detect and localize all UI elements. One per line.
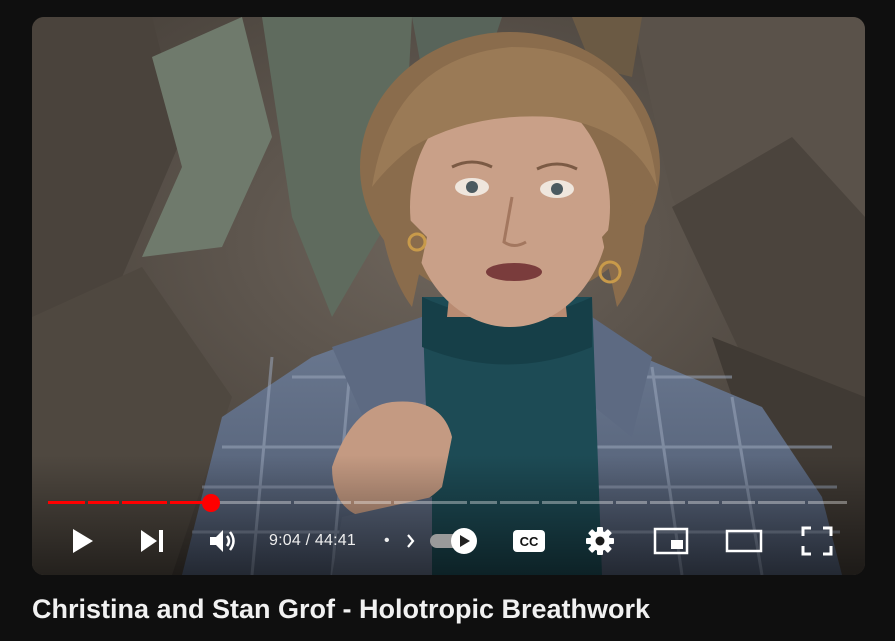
chapter-segment[interactable] — [616, 501, 647, 504]
player-controls: 9:04 / 44:41 • CC — [32, 519, 865, 563]
miniplayer-button[interactable] — [652, 519, 690, 563]
mute-button[interactable] — [206, 519, 240, 563]
progress-bar[interactable] — [48, 494, 850, 512]
autoplay-toggle-icon — [430, 528, 477, 554]
chapter-segment[interactable] — [294, 501, 351, 504]
chapter-segment[interactable] — [470, 501, 497, 504]
chapter-segment[interactable] — [650, 501, 685, 504]
fullscreen-button[interactable] — [798, 519, 836, 563]
chapter-segment[interactable] — [580, 501, 613, 504]
chapter-button[interactable] — [404, 519, 418, 563]
theater-mode-icon — [725, 529, 763, 553]
played-fill — [48, 501, 85, 504]
captions-icon: CC — [513, 530, 545, 552]
captions-button[interactable]: CC — [510, 519, 548, 563]
theater-mode-button[interactable] — [724, 519, 764, 563]
video-title[interactable]: Christina and Stan Grof - Holotropic Bre… — [32, 594, 872, 625]
chapter-segment[interactable] — [354, 501, 391, 504]
time-display: 9:04 / 44:41 — [269, 519, 356, 563]
played-fill — [88, 501, 119, 504]
chapter-segment[interactable] — [688, 501, 719, 504]
next-button[interactable] — [136, 519, 168, 563]
chapter-segment[interactable] — [122, 501, 167, 504]
autoplay-toggle[interactable] — [428, 519, 480, 563]
chapter-segment[interactable] — [500, 501, 539, 504]
chapter-segment[interactable] — [48, 501, 85, 504]
chevron-right-icon — [407, 534, 415, 548]
duration: 44:41 — [314, 532, 356, 549]
fullscreen-icon — [801, 526, 833, 556]
volume-icon — [210, 530, 235, 552]
time-separator: / — [300, 532, 315, 549]
chapter-segment[interactable] — [722, 501, 755, 504]
played-fill — [122, 501, 167, 504]
play-icon — [73, 529, 93, 553]
chapter-segment[interactable] — [394, 501, 467, 504]
chapter-segment[interactable] — [808, 501, 847, 504]
skip-next-icon — [141, 530, 163, 552]
svg-text:CC: CC — [520, 534, 539, 549]
chapter-segment[interactable] — [210, 501, 291, 504]
chapter-segment[interactable] — [758, 501, 805, 504]
current-time: 9:04 — [269, 532, 301, 549]
play-button[interactable] — [68, 519, 98, 563]
chapter-separator: • — [384, 532, 390, 549]
miniplayer-icon — [653, 527, 689, 555]
chapter-segment[interactable] — [88, 501, 119, 504]
chapter-segment[interactable] — [542, 501, 577, 504]
video-player[interactable]: 9:04 / 44:41 • CC — [32, 17, 865, 575]
settings-button[interactable] — [582, 519, 618, 563]
gear-icon — [586, 527, 614, 555]
